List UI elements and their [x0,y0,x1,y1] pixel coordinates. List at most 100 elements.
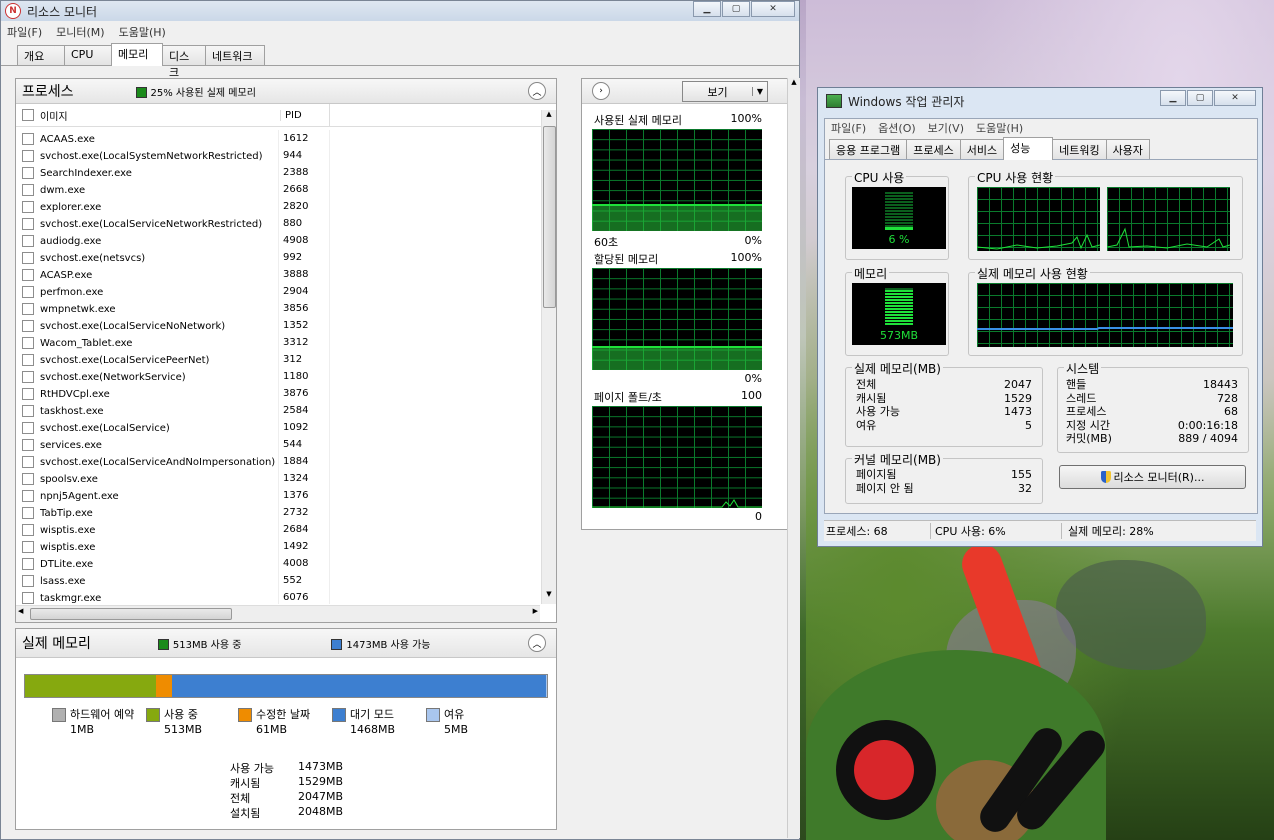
process-checkbox[interactable] [22,234,34,247]
process-checkbox[interactable] [22,251,34,264]
scroll-up-arrow-icon[interactable]: ▲ [542,110,556,124]
tm-minimize-button[interactable]: ▁ [1160,90,1186,106]
resource-monitor-button[interactable]: 리소스 모니터(R)... [1059,465,1246,489]
menu-file[interactable]: 파일(F) [7,24,42,40]
process-row[interactable]: SearchIndexer.exe 2388 [16,164,330,181]
tm-tab-performance[interactable]: 성능 [1003,137,1054,160]
expand-right-icon[interactable]: › [592,82,610,100]
process-checkbox[interactable] [22,540,34,553]
process-row[interactable]: wisptis.exe 1492 [16,538,330,555]
process-checkbox[interactable] [22,200,34,213]
process-checkbox[interactable] [22,285,34,298]
process-checkbox[interactable] [22,455,34,468]
process-checkbox[interactable] [22,319,34,332]
maximize-button[interactable]: ▢ [722,1,750,17]
process-row[interactable]: wmpnetwk.exe 3856 [16,300,330,317]
minimize-button[interactable]: ▁ [693,1,721,17]
process-row[interactable]: svchost.exe(netsvcs) 992 [16,249,330,266]
process-row[interactable]: RtHDVCpl.exe 3876 [16,385,330,402]
scroll-up-arrow-icon[interactable]: ▲ [788,78,800,86]
process-checkbox[interactable] [22,421,34,434]
process-row[interactable]: TabTip.exe 2732 [16,504,330,521]
scroll-left-arrow-icon[interactable]: ◀ [18,607,23,615]
process-row[interactable]: dwm.exe 2668 [16,181,330,198]
process-checkbox[interactable] [22,353,34,366]
title-bar[interactable]: N 리소스 모니터 ▁ ▢ ✕ [1,1,799,21]
tm-tab-networking[interactable]: 네트워킹 [1052,139,1107,159]
tab-overview[interactable]: 개요 [17,45,65,65]
process-row[interactable]: ACASP.exe 3888 [16,266,330,283]
process-row[interactable]: svchost.exe(NetworkService) 1180 [16,368,330,385]
select-all-checkbox[interactable] [22,109,34,121]
tm-tab-users[interactable]: 사용자 [1105,139,1150,159]
process-checkbox[interactable] [22,438,34,451]
physical-memory-header[interactable]: 실제 메모리 513MB 사용 중 1473MB 사용 가능 ︿ [16,629,556,658]
process-checkbox[interactable] [22,489,34,502]
process-checkbox[interactable] [22,217,34,230]
process-row[interactable]: svchost.exe(LocalService) 1092 [16,419,330,436]
process-checkbox[interactable] [22,523,34,536]
process-checkbox[interactable] [22,370,34,383]
process-checkbox[interactable] [22,591,34,604]
menu-monitor[interactable]: 모니터(M) [56,24,104,40]
process-row[interactable]: svchost.exe(LocalServiceAndNoImpersonati… [16,453,330,470]
column-image[interactable]: 이미지 [40,108,280,123]
tm-tab-services[interactable]: 서비스 [959,139,1005,159]
tm-menu-file[interactable]: 파일(F) [831,120,866,136]
tm-menu-help[interactable]: 도움말(H) [976,120,1023,136]
tab-cpu[interactable]: CPU [64,45,112,65]
process-checkbox[interactable] [22,557,34,570]
tm-tab-processes[interactable]: 프로세스 [906,139,961,159]
process-row[interactable]: taskhost.exe 2584 [16,402,330,419]
tm-maximize-button[interactable]: ▢ [1187,90,1213,106]
process-row[interactable]: DTLite.exe 4008 [16,555,330,572]
collapse-up-icon[interactable]: ︿ [528,634,546,652]
tm-menu-options[interactable]: 옵션(O) [878,120,915,136]
process-checkbox[interactable] [22,132,34,145]
vertical-scrollbar[interactable]: ▲ ▼ [541,110,556,604]
process-checkbox[interactable] [22,166,34,179]
tab-disk[interactable]: 디스크 [162,45,206,79]
graphs-scrollbar[interactable]: ▲ [787,78,800,838]
close-button[interactable]: ✕ [751,1,795,17]
column-pid[interactable]: PID [280,109,329,121]
process-row[interactable]: lsass.exe 552 [16,572,330,589]
horizontal-scrollbar[interactable]: ◀ ▶ [16,605,540,622]
scrollbar-thumb[interactable] [543,126,556,308]
process-row[interactable]: Wacom_Tablet.exe 3312 [16,334,330,351]
scroll-right-arrow-icon[interactable]: ▶ [533,607,538,615]
hscroll-thumb[interactable] [30,608,232,620]
process-checkbox[interactable] [22,387,34,400]
process-row[interactable]: ACAAS.exe 1612 [16,130,330,147]
process-checkbox[interactable] [22,404,34,417]
menu-help[interactable]: 도움말(H) [119,24,166,40]
process-checkbox[interactable] [22,506,34,519]
tab-memory[interactable]: 메모리 [111,43,163,66]
tm-menu-view[interactable]: 보기(V) [928,120,964,136]
process-checkbox[interactable] [22,149,34,162]
process-row[interactable]: services.exe 544 [16,436,330,453]
tm-close-button[interactable]: ✕ [1214,90,1256,106]
process-row[interactable]: svchost.exe(LocalServicePeerNet) 312 [16,351,330,368]
tab-network[interactable]: 네트워크 [205,45,265,65]
tm-tab-applications[interactable]: 응용 프로그램 [829,139,908,159]
process-checkbox[interactable] [22,183,34,196]
process-checkbox[interactable] [22,472,34,485]
process-row[interactable]: svchost.exe(LocalServiceNetworkRestricte… [16,215,330,232]
process-checkbox[interactable] [22,336,34,349]
process-checkbox[interactable] [22,574,34,587]
processes-header[interactable]: 프로세스 25% 사용된 실제 메모리 ︿ [16,79,556,104]
process-row[interactable]: npnj5Agent.exe 1376 [16,487,330,504]
process-row[interactable]: wisptis.exe 2684 [16,521,330,538]
scroll-down-arrow-icon[interactable]: ▼ [542,590,556,604]
view-dropdown[interactable]: 보기 ▼ [682,81,768,102]
collapse-up-icon[interactable]: ︿ [528,82,546,100]
process-row[interactable]: audiodg.exe 4908 [16,232,330,249]
tm-title-bar[interactable]: Windows 작업 관리자 ▁ ▢ ✕ [818,88,1262,114]
process-row[interactable]: explorer.exe 2820 [16,198,330,215]
process-row[interactable]: perfmon.exe 2904 [16,283,330,300]
process-checkbox[interactable] [22,268,34,281]
process-checkbox[interactable] [22,302,34,315]
process-row[interactable]: svchost.exe(LocalServiceNoNetwork) 1352 [16,317,330,334]
process-row[interactable]: taskmgr.exe 6076 [16,589,330,604]
